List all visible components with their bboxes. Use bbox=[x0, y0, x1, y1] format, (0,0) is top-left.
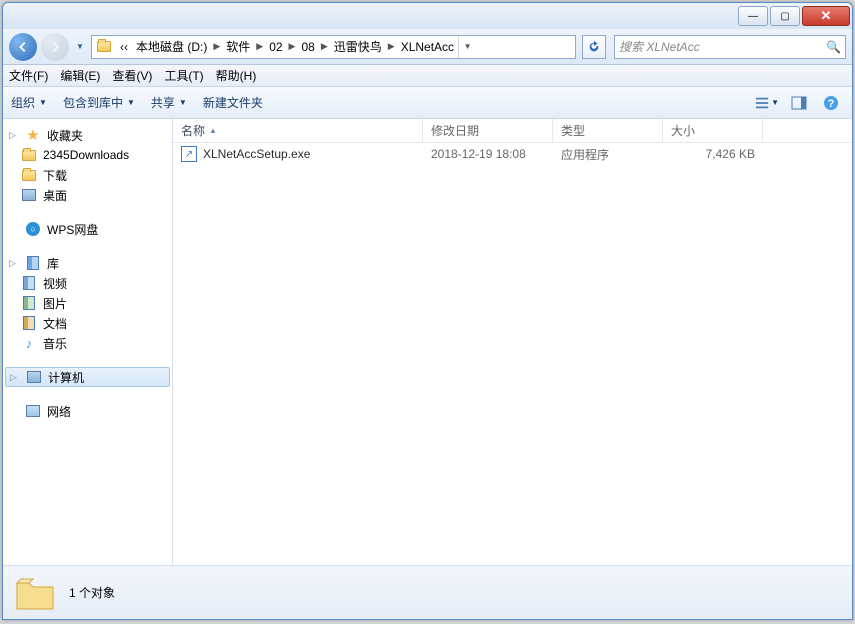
sidebar-library[interactable]: ▷库 bbox=[3, 253, 172, 273]
file-type: 应用程序 bbox=[553, 146, 663, 163]
desktop-icon bbox=[21, 187, 37, 203]
view-mode-button[interactable]: ▼ bbox=[754, 92, 780, 114]
library-icon bbox=[25, 255, 41, 271]
forward-button[interactable] bbox=[41, 33, 69, 61]
chevron-right-icon[interactable]: ▶ bbox=[287, 41, 298, 52]
star-icon: ★ bbox=[25, 127, 41, 143]
sidebar-favorites[interactable]: ▷★收藏夹 bbox=[3, 125, 172, 145]
file-name: XLNetAccSetup.exe bbox=[203, 147, 310, 161]
preview-pane-button[interactable] bbox=[786, 92, 812, 114]
sort-asc-icon: ▲ bbox=[209, 126, 217, 135]
sidebar-item-2345downloads[interactable]: 2345Downloads bbox=[3, 145, 172, 165]
wps-icon: ○ bbox=[25, 221, 41, 237]
folder-icon bbox=[96, 39, 112, 55]
crumb-1[interactable]: 软件 bbox=[222, 36, 254, 58]
col-name[interactable]: 名称▲ bbox=[173, 119, 423, 142]
newfolder-button[interactable]: 新建文件夹 bbox=[203, 94, 263, 111]
status-text: 1 个对象 bbox=[69, 584, 115, 601]
chevron-right-icon[interactable]: ▶ bbox=[386, 41, 397, 52]
sidebar-item-music[interactable]: ♪音乐 bbox=[3, 333, 172, 353]
back-button[interactable] bbox=[9, 33, 37, 61]
folder-icon bbox=[21, 147, 37, 163]
documents-icon bbox=[21, 315, 37, 331]
body: ▷★收藏夹 2345Downloads 下载 桌面 ○WPS网盘 ▷库 视频 图… bbox=[3, 119, 852, 565]
search-placeholder: 搜索 XLNetAcc bbox=[619, 38, 700, 55]
column-header: 名称▲ 修改日期 类型 大小 bbox=[173, 119, 852, 143]
menu-help[interactable]: 帮助(H) bbox=[216, 67, 257, 84]
address-bar[interactable]: ‹‹ 本地磁盘 (D:)▶ 软件▶ 02▶ 08▶ 迅雷快鸟▶ XLNetAcc… bbox=[91, 35, 576, 59]
chevron-down-icon: ▼ bbox=[39, 98, 47, 107]
pictures-icon bbox=[21, 295, 37, 311]
expand-icon[interactable]: ▷ bbox=[9, 258, 19, 269]
nav-bar: ▼ ‹‹ 本地磁盘 (D:)▶ 软件▶ 02▶ 08▶ 迅雷快鸟▶ XLNetA… bbox=[3, 29, 852, 65]
music-icon: ♪ bbox=[21, 335, 37, 351]
file-size: 7,426 KB bbox=[663, 147, 763, 161]
file-row[interactable]: ↗ XLNetAccSetup.exe 2018-12-19 18:08 应用程序… bbox=[173, 143, 852, 165]
menu-bar: 文件(F) 编辑(E) 查看(V) 工具(T) 帮助(H) bbox=[3, 65, 852, 87]
close-button[interactable]: ✕ bbox=[802, 6, 850, 26]
network-icon bbox=[25, 403, 41, 419]
titlebar: — ▢ ✕ bbox=[3, 3, 852, 29]
menu-edit[interactable]: 编辑(E) bbox=[60, 67, 100, 84]
menu-tools[interactable]: 工具(T) bbox=[164, 67, 203, 84]
maximize-button[interactable]: ▢ bbox=[770, 6, 800, 26]
svg-text:?: ? bbox=[828, 98, 835, 110]
help-button[interactable]: ? bbox=[818, 92, 844, 114]
chevron-down-icon: ▼ bbox=[179, 98, 187, 107]
exe-icon: ↗ bbox=[181, 146, 197, 162]
col-type[interactable]: 类型 bbox=[553, 119, 663, 142]
file-list-pane: 名称▲ 修改日期 类型 大小 ↗ XLNetAccSetup.exe 2018-1… bbox=[173, 119, 852, 565]
chevron-down-icon: ▼ bbox=[127, 98, 135, 107]
file-date: 2018-12-19 18:08 bbox=[423, 147, 553, 161]
toolbar: 组织▼ 包含到库中▼ 共享▼ 新建文件夹 ▼ ? bbox=[3, 87, 852, 119]
search-input[interactable]: 搜索 XLNetAcc 🔍 bbox=[614, 35, 846, 59]
status-bar: 1 个对象 bbox=[3, 565, 852, 619]
chevron-right-icon[interactable]: ▶ bbox=[319, 41, 330, 52]
sidebar-item-documents[interactable]: 文档 bbox=[3, 313, 172, 333]
sidebar-item-pictures[interactable]: 图片 bbox=[3, 293, 172, 313]
crumb-4[interactable]: 迅雷快鸟 bbox=[330, 36, 386, 58]
chevron-right-icon[interactable]: ▶ bbox=[254, 41, 265, 52]
address-dropdown[interactable]: ▼ bbox=[458, 36, 476, 58]
organize-button[interactable]: 组织▼ bbox=[11, 94, 47, 111]
sidebar-network[interactable]: 网络 bbox=[3, 401, 172, 421]
crumb-3[interactable]: 08 bbox=[297, 36, 318, 58]
sidebar-item-video[interactable]: 视频 bbox=[3, 273, 172, 293]
menu-view[interactable]: 查看(V) bbox=[112, 67, 152, 84]
sidebar-wps[interactable]: ○WPS网盘 bbox=[3, 219, 172, 239]
folder-icon bbox=[21, 167, 37, 183]
chevron-right-icon[interactable]: ▶ bbox=[211, 41, 222, 52]
menu-file[interactable]: 文件(F) bbox=[9, 67, 48, 84]
refresh-button[interactable] bbox=[582, 35, 606, 59]
sidebar-item-downloads[interactable]: 下载 bbox=[3, 165, 172, 185]
crumb-prefix: ‹‹ bbox=[116, 36, 132, 58]
nav-pane: ▷★收藏夹 2345Downloads 下载 桌面 ○WPS网盘 ▷库 视频 图… bbox=[3, 119, 173, 565]
crumb-5[interactable]: XLNetAcc bbox=[397, 36, 458, 58]
sidebar-item-desktop[interactable]: 桌面 bbox=[3, 185, 172, 205]
col-date[interactable]: 修改日期 bbox=[423, 119, 553, 142]
file-list[interactable]: ↗ XLNetAccSetup.exe 2018-12-19 18:08 应用程序… bbox=[173, 143, 852, 565]
include-button[interactable]: 包含到库中▼ bbox=[63, 94, 135, 111]
share-button[interactable]: 共享▼ bbox=[151, 94, 187, 111]
expand-icon[interactable]: ▷ bbox=[10, 372, 20, 383]
expand-icon[interactable]: ▷ bbox=[9, 130, 19, 141]
col-size[interactable]: 大小 bbox=[663, 119, 763, 142]
history-dropdown[interactable]: ▼ bbox=[73, 37, 87, 57]
crumb-2[interactable]: 02 bbox=[265, 36, 286, 58]
sidebar-computer[interactable]: ▷计算机 bbox=[5, 367, 170, 387]
crumb-0[interactable]: 本地磁盘 (D:) bbox=[132, 36, 211, 58]
search-icon[interactable]: 🔍 bbox=[826, 40, 841, 54]
folder-icon bbox=[13, 571, 57, 615]
video-icon bbox=[21, 275, 37, 291]
explorer-window: — ▢ ✕ ▼ ‹‹ 本地磁盘 (D:)▶ 软件▶ 02▶ 08▶ 迅雷快鸟▶ … bbox=[2, 2, 853, 620]
chevron-down-icon: ▼ bbox=[771, 98, 779, 107]
computer-icon bbox=[26, 369, 42, 385]
minimize-button[interactable]: — bbox=[738, 6, 768, 26]
